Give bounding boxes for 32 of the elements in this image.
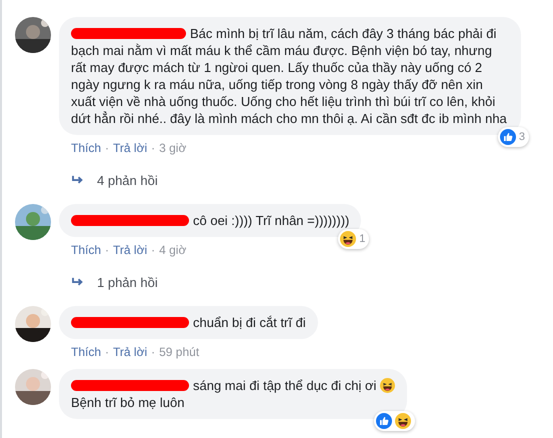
reaction-badge[interactable]: 1	[338, 229, 370, 249]
action-link[interactable]: Trả lời	[113, 243, 148, 257]
reaction-badge[interactable]: 3	[498, 127, 529, 147]
action-link[interactable]: Thích	[71, 345, 102, 359]
comment-text: chuẩn bị đi cắt trĩ đi	[71, 314, 306, 331]
reply-arrow-icon	[72, 277, 85, 288]
comment-text: sáng mai đi tập thể dục đi chị ơi	[71, 377, 396, 394]
timestamp[interactable]: 59 phút	[159, 345, 200, 359]
separator-dot: ·	[105, 141, 110, 155]
separator-dot: ·	[105, 345, 110, 359]
like-icon	[376, 413, 392, 429]
timestamp[interactable]: 3 giờ	[159, 141, 186, 155]
comment-text: Bệnh trĩ bỏ mẹ luôn	[71, 394, 186, 411]
action-link[interactable]: Trả lời	[113, 141, 148, 155]
reaction-badge[interactable]	[374, 411, 416, 431]
comment-text: cô oei :)))) Trĩ nhân =))))))))	[71, 212, 350, 229]
action-link[interactable]: Trả lời	[113, 345, 148, 359]
separator-dot: ·	[151, 141, 156, 155]
timestamp[interactable]: 4 giờ	[159, 243, 186, 257]
separator-dot: ·	[151, 243, 156, 257]
reply-arrow-icon	[72, 175, 85, 186]
action-link[interactable]: Thích	[71, 141, 102, 155]
view-replies-link[interactable]: 1 phản hồi	[72, 275, 158, 290]
laughing-emoji-icon	[340, 231, 356, 247]
view-replies-link[interactable]: 4 phản hồi	[72, 173, 158, 188]
action-link[interactable]: Thích	[71, 243, 102, 257]
comment-text: Bác mình bị trĩ lâu năm, cách đây 3 tháng bác phải đi bạch mai nằm vì mất máu k thể cầm máu được. Bệnh viện bó tay, nhưng rất may được mách từ 1 ngừoi quen. Lấy thuốc của thầy này uống có 2 ngày ngưng k ra máu nữa, uống tiếp trong vòng 8 ngày thấy đỡ nên xin xuất viện về nhà uống thuốc. Uống cho hết liệu trình thì búi trĩ co lên, khỏi dứt hẳn rồi nhé.. đây là mình mách cho mn thôi ạ. Ai cần sđt đc ib mình nha	[71, 25, 508, 127]
separator-dot: ·	[105, 243, 110, 257]
separator-dot: ·	[151, 345, 156, 359]
laughing-emoji-icon	[380, 378, 396, 393]
like-icon	[500, 129, 516, 145]
laughing-emoji-icon	[395, 413, 412, 429]
